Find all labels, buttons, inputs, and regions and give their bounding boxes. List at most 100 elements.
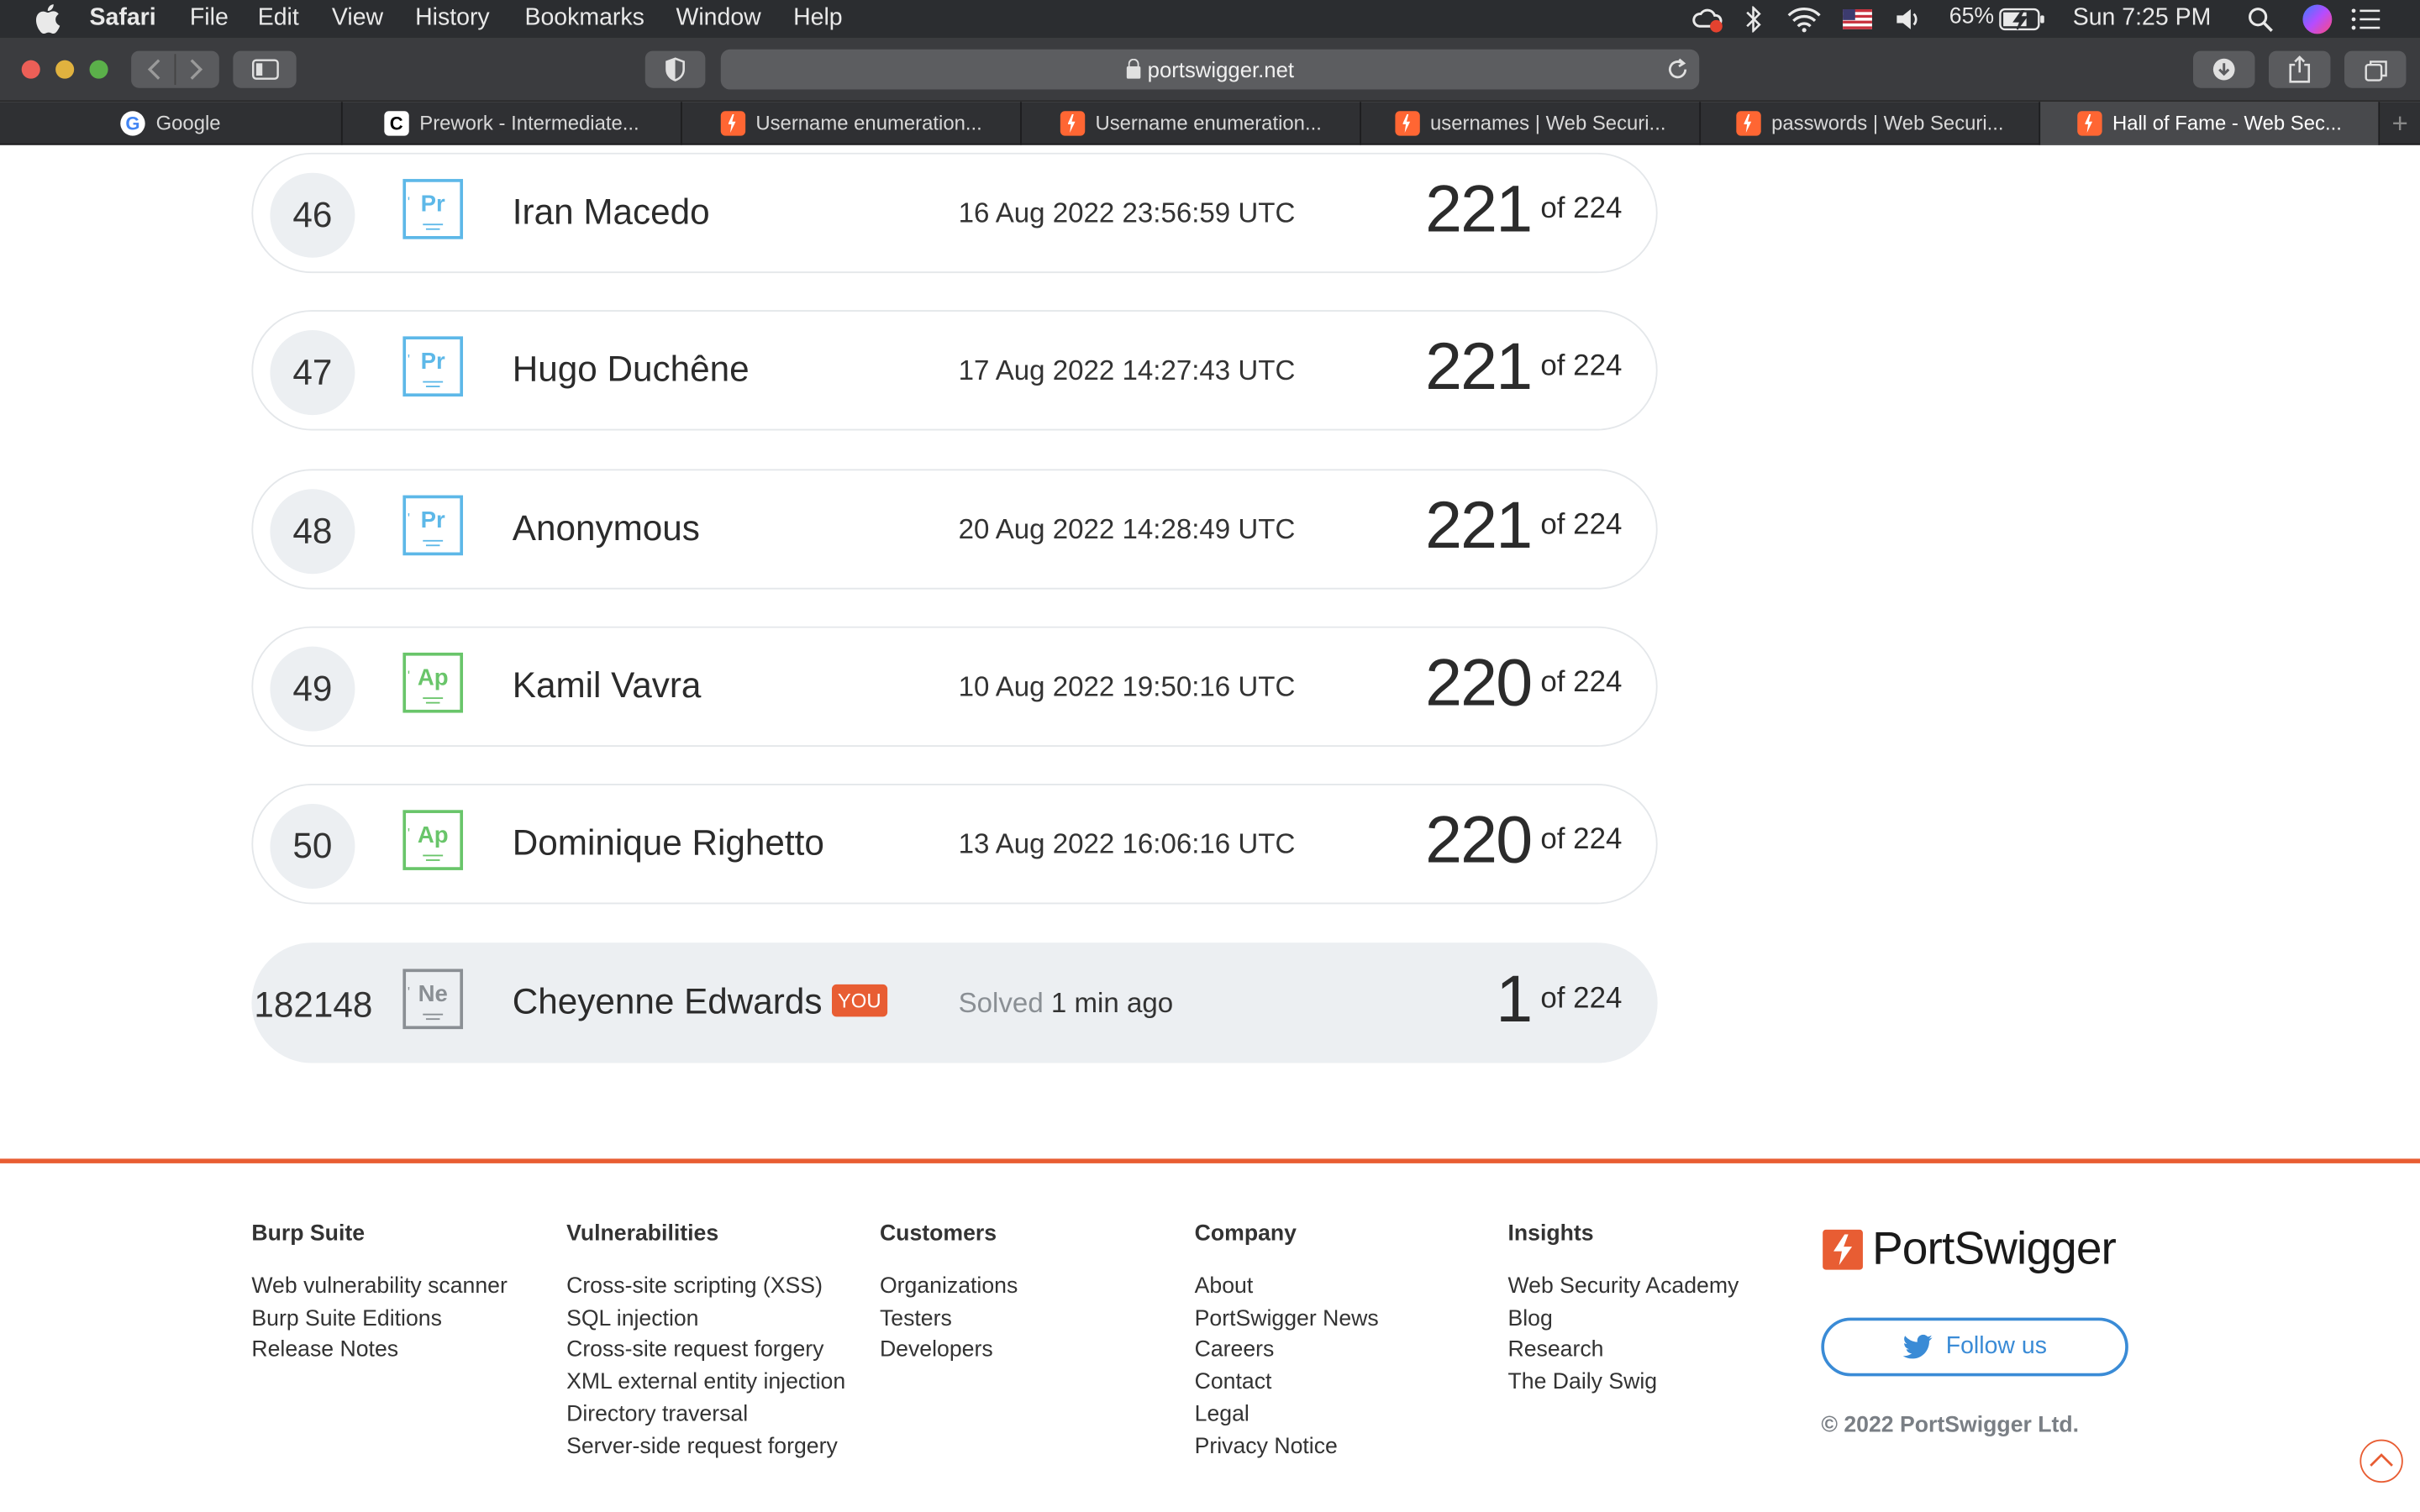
completion-date: 10 Aug 2022 19:50:16 UTC [958, 670, 1296, 702]
footer-link[interactable]: Web Security Academy [1507, 1271, 1739, 1303]
leaderboard-row: 46 ' Pr Iran Macedo 16 Aug 2022 23:56:59 … [251, 152, 1658, 274]
privacy-report-button[interactable] [644, 50, 706, 88]
us-flag-icon[interactable] [1843, 9, 1872, 29]
tab-overview-button[interactable] [2344, 50, 2407, 88]
forward-chevron-icon[interactable] [185, 57, 207, 81]
wifi-icon[interactable] [1787, 6, 1821, 33]
menubar-clock[interactable]: Sun 7:25 PM [2073, 5, 2212, 33]
menu-help[interactable]: Help [793, 5, 843, 33]
minimize-window-button[interactable] [55, 60, 75, 79]
portswigger-icon [1735, 111, 1761, 136]
tab-label: usernames | Web Securi... [1429, 111, 1666, 134]
user-name: Dominique Righetto [512, 822, 824, 863]
footer-link[interactable]: Directory traversal [566, 1399, 845, 1431]
notification-center-icon[interactable] [2350, 8, 2381, 31]
plus-icon: + [2391, 108, 2408, 139]
footer-link[interactable]: Organizations [880, 1271, 1018, 1303]
address-bar[interactable]: portswigger.net [720, 49, 1700, 90]
user-name: Cheyenne Edwards YOU [513, 981, 887, 1023]
footer-link[interactable]: Release Notes [251, 1336, 507, 1368]
practitioner-level-icon: ' Pr [402, 336, 464, 397]
tab-label: Hall of Fame - Web Sec... [2112, 111, 2342, 134]
footer-heading: Vulnerabilities [566, 1221, 719, 1247]
portswigger-icon [1394, 111, 1420, 136]
back-to-top-button[interactable] [2360, 1439, 2403, 1483]
portswigger-logo[interactable]: PortSwigger [1823, 1224, 2117, 1276]
tab-usernames[interactable]: usernames | Web Securi... [1361, 102, 1702, 145]
footer-link[interactable]: XML external entity injection [566, 1368, 845, 1399]
tab-username-enumeration-2[interactable]: Username enumeration... [1022, 102, 1362, 145]
menu-app-name[interactable]: Safari [90, 5, 156, 33]
apple-menu-icon[interactable] [34, 3, 60, 34]
footer-link[interactable]: Testers [880, 1303, 1018, 1335]
footer-link[interactable]: Cross-site request forgery [566, 1336, 845, 1368]
tab-passwords[interactable]: passwords | Web Securi... [1701, 102, 2041, 145]
footer-link[interactable]: Burp Suite Editions [251, 1303, 507, 1335]
tab-label: Username enumeration... [1095, 111, 1322, 134]
footer-link[interactable]: Cross-site scripting (XSS) [566, 1271, 845, 1303]
rank-number: 50 [270, 803, 355, 889]
menu-view[interactable]: View [332, 5, 383, 33]
siri-icon[interactable] [2302, 4, 2333, 34]
tab-prework[interactable]: C Prework - Intermediate... [343, 102, 682, 145]
footer-link[interactable]: Privacy Notice [1195, 1431, 1379, 1463]
footer-link[interactable]: Web vulnerability scanner [251, 1271, 507, 1303]
footer-heading: Burp Suite [251, 1221, 366, 1247]
zoom-window-button[interactable] [89, 60, 108, 79]
rank-number: 182148 [254, 984, 373, 1025]
footer-column-burp-suite: Burp Suite Web vulnerability scanner Bur… [251, 1222, 507, 1368]
tab-google[interactable]: G Google [0, 102, 343, 145]
leaderboard-row: 48 ' Pr Anonymous 20 Aug 2022 14:28:49 UT… [251, 469, 1658, 590]
volume-icon[interactable] [1896, 8, 1923, 31]
tab-username-enumeration-1[interactable]: Username enumeration... [682, 102, 1022, 145]
tab-label: Prework - Intermediate... [419, 111, 639, 134]
footer-link[interactable]: PortSwigger News [1195, 1303, 1379, 1335]
user-name: Anonymous [512, 507, 700, 549]
footer-link[interactable]: Blog [1507, 1303, 1739, 1335]
menu-window[interactable]: Window [676, 5, 760, 33]
sidebar-toggle-button[interactable] [233, 50, 297, 88]
menu-history[interactable]: History [415, 5, 490, 33]
footer-column-customers: Customers Organizations Testers Develope… [880, 1222, 1018, 1368]
menu-bookmarks[interactable]: Bookmarks [524, 5, 644, 33]
newcomer-level-icon: ' Ne [402, 969, 464, 1030]
tab-label: passwords | Web Securi... [1771, 111, 2004, 134]
sidebar-icon [252, 59, 279, 80]
rank-number: 49 [270, 646, 355, 732]
copyright: © 2022 PortSwigger Ltd. [1821, 1413, 2080, 1438]
you-badge: YOU [831, 984, 887, 1017]
tabs-icon [2365, 60, 2387, 81]
footer-link[interactable]: Developers [880, 1336, 1018, 1368]
battery-percent[interactable]: 65% [1949, 5, 1994, 29]
spotlight-search-icon[interactable] [2247, 6, 2273, 32]
footer-link[interactable]: Careers [1195, 1336, 1379, 1368]
menu-edit[interactable]: Edit [258, 5, 299, 33]
footer-link[interactable]: Server-side request forgery [566, 1431, 845, 1463]
share-button[interactable] [2269, 50, 2331, 88]
completion-date: 20 Aug 2022 14:28:49 UTC [958, 513, 1296, 545]
footer-link[interactable]: Legal [1195, 1399, 1379, 1431]
menu-file[interactable]: File [190, 5, 229, 33]
close-window-button[interactable] [21, 60, 40, 79]
twitter-icon [1902, 1334, 1933, 1359]
footer-column-insights: Insights Web Security Academy Blog Resea… [1507, 1222, 1739, 1399]
tab-hall-of-fame[interactable]: Hall of Fame - Web Sec... [2040, 102, 2381, 145]
footer-link[interactable]: About [1195, 1271, 1379, 1303]
bluetooth-icon[interactable] [1744, 6, 1763, 33]
codepath-icon: C [384, 111, 409, 136]
user-name: Iran Macedo [512, 191, 710, 232]
follow-us-button[interactable]: Follow us [1821, 1317, 2128, 1377]
score: 221 of 224 [1425, 489, 1623, 564]
reload-icon[interactable] [1665, 57, 1690, 81]
back-chevron-icon[interactable] [144, 57, 166, 81]
new-tab-button[interactable]: + [2380, 102, 2420, 144]
footer-link[interactable]: Research [1507, 1336, 1739, 1368]
creative-cloud-icon[interactable] [1691, 6, 1725, 34]
footer-link[interactable]: SQL injection [566, 1303, 845, 1335]
battery-charging-icon[interactable] [1999, 8, 2047, 31]
footer-link[interactable]: The Daily Swig [1507, 1368, 1739, 1399]
footer-link[interactable]: Contact [1195, 1368, 1379, 1399]
downloads-button[interactable] [2193, 50, 2255, 88]
shield-icon [666, 57, 685, 81]
solved-time: Solved 1 min ago [958, 987, 1174, 1019]
